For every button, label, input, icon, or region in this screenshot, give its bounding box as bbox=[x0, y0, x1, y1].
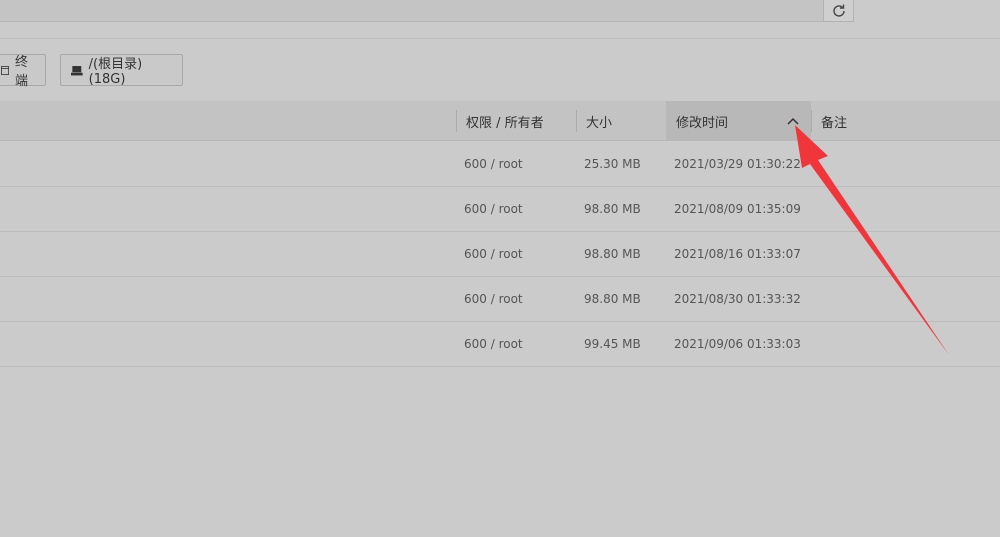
cell-perm: 600 / root bbox=[464, 157, 523, 171]
cell-perm: 600 / root bbox=[464, 337, 523, 351]
cell-size: 99.45 MB bbox=[584, 337, 641, 351]
table-row[interactable]: 600 / root 99.45 MB 2021/09/06 01:33:03 bbox=[0, 322, 1000, 367]
root-directory-button[interactable]: /(根目录) (18G) bbox=[60, 54, 183, 87]
terminal-button[interactable]: 终端 bbox=[0, 54, 46, 89]
column-divider bbox=[576, 110, 577, 132]
column-divider bbox=[456, 110, 457, 132]
column-header-mtime-label: 修改时间 bbox=[676, 115, 729, 131]
column-divider bbox=[811, 110, 812, 132]
column-header-size[interactable]: 大小 bbox=[576, 101, 666, 141]
cell-size: 98.80 MB bbox=[584, 292, 641, 306]
disk-icon bbox=[71, 65, 83, 75]
cell-mtime: 2021/03/29 01:30:22 bbox=[674, 157, 801, 171]
column-header-perm-label: 权限 / 所有者 bbox=[466, 115, 544, 131]
cell-perm: 600 / root bbox=[464, 292, 523, 306]
column-header-mtime[interactable]: 修改时间 bbox=[666, 101, 811, 141]
cell-size: 25.30 MB bbox=[584, 157, 641, 171]
cell-mtime: 2021/08/30 01:33:32 bbox=[674, 292, 801, 306]
divider bbox=[0, 38, 1000, 39]
refresh-button[interactable] bbox=[823, 0, 854, 22]
root-directory-label: /(根目录) (18G) bbox=[88, 57, 143, 87]
cell-perm: 600 / root bbox=[464, 202, 523, 216]
table-row[interactable]: 600 / root 98.80 MB 2021/08/16 01:33:07 bbox=[0, 232, 1000, 277]
chevron-up-icon[interactable] bbox=[786, 114, 800, 128]
cell-mtime: 2021/08/09 01:35:09 bbox=[674, 202, 801, 216]
column-header-size-label: 大小 bbox=[586, 115, 613, 131]
cell-mtime: 2021/09/06 01:33:03 bbox=[674, 337, 801, 351]
table-row[interactable]: 600 / root 25.30 MB 2021/03/29 01:30:22 bbox=[0, 142, 1000, 187]
table-row[interactable]: 600 / root 98.80 MB 2021/08/09 01:35:09 bbox=[0, 187, 1000, 232]
table-header: 权限 / 所有者 大小 修改时间 备注 bbox=[0, 101, 1000, 141]
column-header-note-label: 备注 bbox=[821, 115, 848, 131]
cell-mtime: 2021/08/16 01:33:07 bbox=[674, 247, 801, 261]
column-header-perm[interactable]: 权限 / 所有者 bbox=[456, 101, 576, 141]
column-header-note[interactable]: 备注 bbox=[811, 101, 1000, 141]
table-row[interactable]: 600 / root 98.80 MB 2021/08/30 01:33:32 bbox=[0, 277, 1000, 322]
cell-size: 98.80 MB bbox=[584, 247, 641, 261]
cell-size: 98.80 MB bbox=[584, 202, 641, 216]
terminal-label: 终端 bbox=[15, 55, 29, 89]
cell-perm: 600 / root bbox=[464, 247, 523, 261]
path-input[interactable] bbox=[0, 0, 853, 22]
refresh-icon bbox=[832, 4, 845, 17]
terminal-icon bbox=[1, 65, 10, 75]
